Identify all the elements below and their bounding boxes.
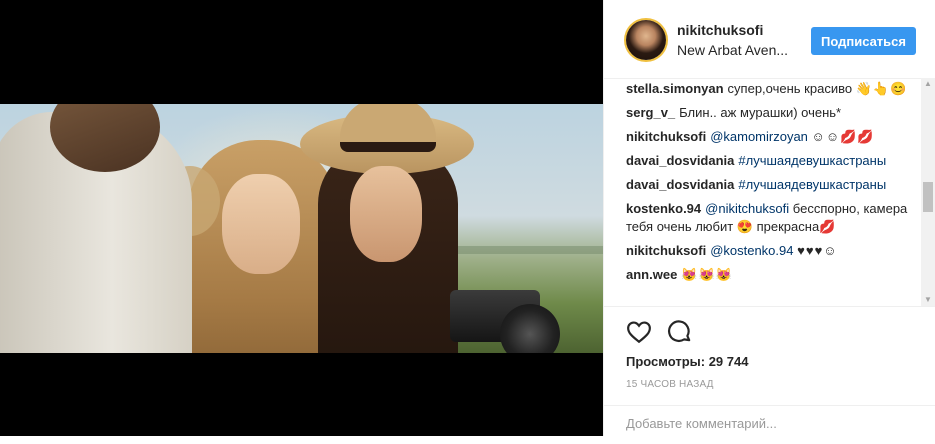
comments-scrollbar[interactable]: ▲ ▼ bbox=[921, 78, 935, 306]
woman-right-hat-crown bbox=[340, 104, 436, 152]
avatar[interactable] bbox=[626, 20, 666, 60]
heart-icon[interactable] bbox=[626, 319, 652, 345]
comment-hashtag[interactable]: #лучшаядевушкастраны bbox=[738, 177, 886, 192]
comment-emoji: 😻😻😻 bbox=[681, 267, 733, 282]
comment-item: stella.simonyan супер,очень красиво 👋👆😊 bbox=[626, 80, 918, 98]
comment-emoji: ☺☺💋💋 bbox=[811, 129, 875, 144]
comments-list[interactable]: stella.simonyan супер,очень красиво 👋👆😊 s… bbox=[626, 80, 918, 305]
comment-username[interactable]: davai_dosvidania bbox=[626, 177, 734, 192]
comment-emoji: 👋👆😊 bbox=[855, 81, 908, 96]
comment-username[interactable]: ann.wee bbox=[626, 267, 677, 282]
video-panel[interactable] bbox=[0, 0, 603, 436]
comment-emoji: ♥♥♥☺ bbox=[797, 243, 838, 258]
comment-mention[interactable]: @kostenko.94 bbox=[710, 243, 793, 258]
comment-username[interactable]: nikitchuksofi bbox=[626, 129, 706, 144]
comment-item: davai_dosvidania #лучшаядевушкастраны bbox=[626, 176, 918, 194]
man-figure bbox=[0, 104, 192, 353]
comment-item: ann.wee 😻😻😻 bbox=[626, 266, 918, 284]
video-frame[interactable] bbox=[0, 104, 603, 353]
add-comment-input[interactable] bbox=[626, 416, 906, 431]
follow-button[interactable]: Подписаться bbox=[811, 27, 916, 55]
comment-hashtag[interactable]: #лучшаядевушкастраны bbox=[738, 153, 886, 168]
comment-bubble-icon[interactable] bbox=[667, 319, 693, 345]
comment-item: davai_dosvidania #лучшаядевушкастраны bbox=[626, 152, 918, 170]
post-actions: Просмотры: 29 744 15 ЧАСОВ НАЗАД bbox=[604, 306, 935, 437]
post-location[interactable]: New Arbat Aven... bbox=[677, 42, 797, 58]
comment-username[interactable]: stella.simonyan bbox=[626, 81, 724, 96]
woman-right-face bbox=[350, 166, 422, 262]
comment-username[interactable]: kostenko.94 bbox=[626, 201, 701, 216]
post-timestamp[interactable]: 15 ЧАСОВ НАЗАД bbox=[626, 379, 714, 390]
comment-username[interactable]: davai_dosvidania bbox=[626, 153, 734, 168]
post-panel: nikitchuksofi New Arbat Aven... Подписат… bbox=[603, 0, 935, 436]
comment-username[interactable]: nikitchuksofi bbox=[626, 243, 706, 258]
comment-text: супер,очень красиво bbox=[727, 81, 853, 96]
post-header: nikitchuksofi New Arbat Aven... Подписат… bbox=[604, 0, 935, 79]
scroll-down-arrow-icon[interactable]: ▼ bbox=[921, 294, 935, 306]
comment-mention[interactable]: @nikitchuksofi bbox=[705, 201, 789, 216]
comment-item: nikitchuksofi @kamomirzoyan ☺☺💋💋 bbox=[626, 128, 918, 146]
comment-username[interactable]: serg_v_ bbox=[626, 105, 675, 120]
post-username[interactable]: nikitchuksofi bbox=[677, 22, 763, 38]
woman-left-face bbox=[222, 174, 300, 274]
scroll-up-arrow-icon[interactable]: ▲ bbox=[921, 78, 935, 90]
comment-mention[interactable]: @kamomirzoyan bbox=[710, 129, 808, 144]
comment-item: serg_v_ Блин.. аж мурашки) очень* bbox=[626, 104, 918, 122]
comment-item: kostenko.94 @nikitchuksofi бесспорно, кам… bbox=[626, 200, 918, 236]
camera-lens bbox=[500, 304, 560, 353]
scrollbar-thumb[interactable] bbox=[923, 182, 933, 212]
man-head bbox=[50, 104, 160, 172]
add-comment-bar bbox=[604, 405, 935, 444]
comment-item: nikitchuksofi @kostenko.94 ♥♥♥☺ bbox=[626, 242, 918, 260]
comment-text: Блин.. аж мурашки) очень* bbox=[679, 105, 842, 120]
view-count: Просмотры: 29 744 bbox=[626, 354, 749, 369]
